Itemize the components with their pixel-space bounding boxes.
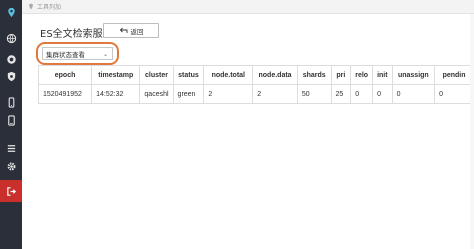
select-highlight-ring: 集群状态查看 ⌄ [36,42,119,65]
menu-icon[interactable] [0,138,22,158]
logout-icon[interactable] [0,180,22,202]
col-header-shards: shards [296,65,332,85]
breadcrumb: 工具列加 [22,0,474,14]
cell-init: 0 [372,84,393,104]
cell-cluster: qaceshl [139,84,174,104]
location-pin-icon[interactable] [0,2,22,22]
col-header-epoch: epoch [37,65,93,85]
col-header-node-total: node.total [203,65,254,85]
cell-epoch: 1520491952 [37,84,93,104]
select-value: 集群状态查看 [46,50,85,59]
return-arrow-icon [119,27,127,33]
globe-icon[interactable] [0,28,22,48]
cell-shards: 50 [296,84,332,104]
cell-timestamp: 14:52:32 [91,84,141,104]
cell-pending: 0 [434,84,474,104]
side-nav-rail [0,0,22,249]
location-pin-icon [29,3,33,10]
cell-relo: 0 [350,84,374,104]
mobile-phone-icon[interactable] [0,92,22,112]
cell-node-data: 2 [252,84,298,104]
back-button[interactable]: 返回 [103,23,159,38]
col-header-node-data: node.data [252,65,298,85]
cell-status: green [172,84,205,104]
cluster-health-table: epoch timestamp cluster status node.tota… [37,65,474,104]
table-row: 1520491952 14:52:32 qaceshl green 2 2 50… [37,84,474,104]
col-header-relo: relo [350,65,374,85]
col-header-status: status [172,65,205,85]
gear-icon[interactable] [0,156,22,176]
page-title: ES全文检索服务 [40,29,113,40]
col-header-cluster: cluster [139,65,174,85]
col-header-unassign: unassign [391,65,436,85]
chevron-down-icon: ⌄ [102,51,108,58]
scrollbar-track[interactable] [470,14,474,249]
col-header-timestamp: timestamp [91,65,141,85]
cluster-view-select[interactable]: 集群状态查看 ⌄ [42,47,113,60]
breadcrumb-text: 工具列加 [37,4,62,11]
table-header-row: epoch timestamp cluster status node.tota… [37,65,474,85]
cell-pri: 25 [330,84,352,104]
cell-unassign: 0 [391,84,436,104]
col-header-pending: pendin [434,65,474,85]
cell-node-total: 2 [203,84,254,104]
shield-icon[interactable] [0,66,22,86]
tablet-icon[interactable] [0,110,22,130]
back-button-label: 返回 [130,27,144,36]
col-header-pri: pri [330,65,352,85]
col-header-init: init [372,65,393,85]
